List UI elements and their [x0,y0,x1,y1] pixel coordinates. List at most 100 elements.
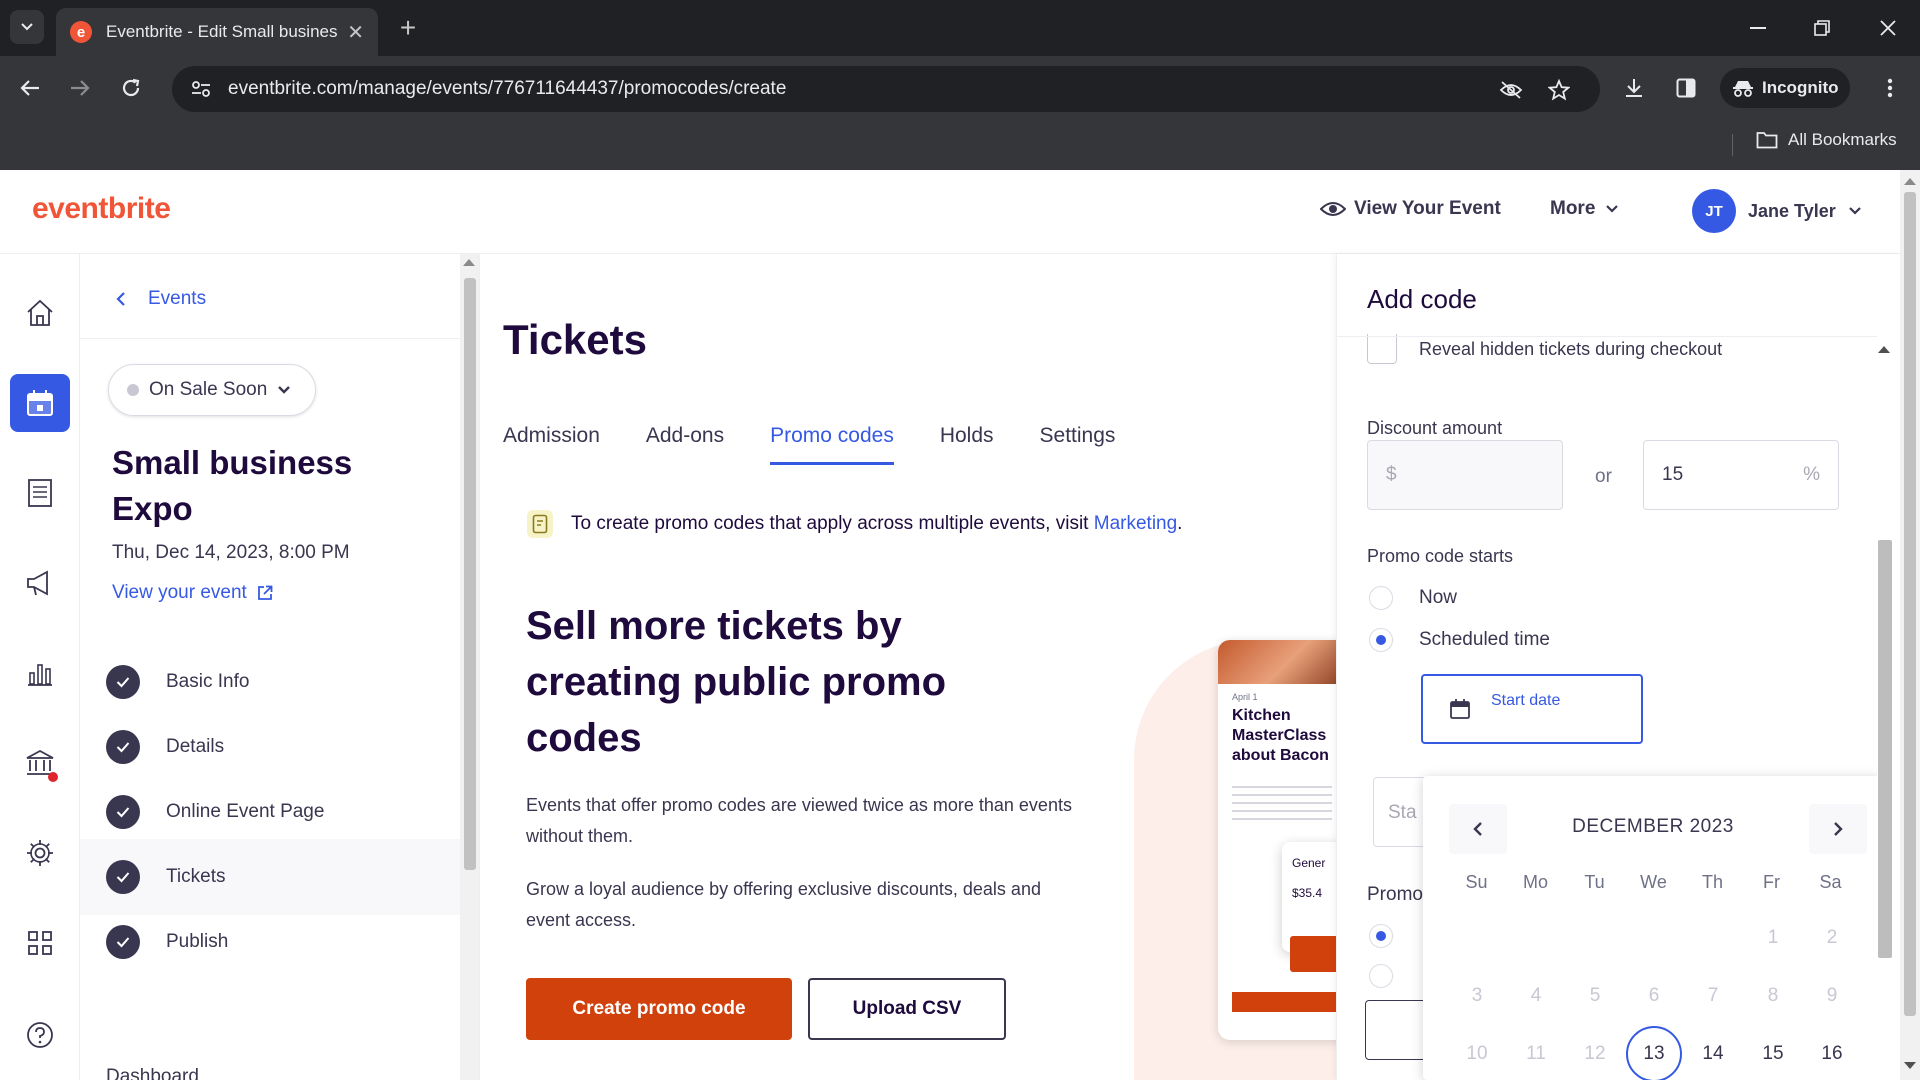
star-bookmark-icon[interactable] [1544,78,1574,102]
view-your-event-button[interactable]: View Your Event [1320,198,1501,220]
start-now-option[interactable]: Now [1369,586,1457,610]
chevron-down-icon [1606,205,1619,213]
tab-search-button[interactable] [10,10,44,44]
tab-add-ons[interactable]: Add-ons [646,424,724,465]
percent-symbol: % [1803,464,1820,485]
reveal-hidden-tickets-option[interactable]: Reveal hidden tickets during checkout [1367,334,1722,364]
url-text: eventbrite.com/manage/events/77671164443… [228,78,787,99]
panel-header-divider [1337,336,1877,337]
download-button[interactable] [1616,70,1652,106]
promo-illustration: April 1 Kitchen MasterClass about Bacon [1218,640,1336,1040]
reports-nav-button[interactable] [10,644,70,702]
start-date-label: Start date [1491,692,1561,709]
calendar-day[interactable]: 14 [1685,1026,1741,1080]
end-option-radio-1[interactable] [1369,924,1393,948]
side-panel-button[interactable] [1668,70,1704,106]
apps-nav-button[interactable] [10,914,70,972]
more-menu-button[interactable]: More [1550,198,1619,220]
check-circle-icon [106,795,140,829]
calendar-day-today[interactable]: 13 [1626,1026,1682,1080]
page-scrollbar[interactable] [1900,170,1920,1080]
sidebar-scrollbar-thumb[interactable] [464,278,476,870]
weekday-label: Sa [1819,872,1842,892]
restore-button[interactable] [1802,10,1842,46]
address-bar[interactable]: eventbrite.com/manage/events/77671164443… [172,66,1600,112]
tab-settings[interactable]: Settings [1040,424,1116,465]
incognito-label: Incognito [1762,78,1839,97]
end-option-radio-2[interactable] [1369,964,1393,988]
view-your-event-link[interactable]: View your event [112,582,273,604]
upload-csv-button[interactable]: Upload CSV [808,978,1006,1040]
calendar-icon [1449,698,1471,720]
back-to-events-link[interactable]: Events [116,288,206,310]
browser-menu-button[interactable] [1872,70,1908,106]
chevron-down-icon [1848,207,1861,215]
step-label: Details [166,736,225,757]
close-tab-icon[interactable]: ✕ [347,20,364,45]
start-scheduled-radio[interactable] [1369,628,1393,652]
tab-promo-codes[interactable]: Promo codes [770,424,894,465]
or-label: or [1595,466,1612,487]
reveal-hidden-tickets-checkbox[interactable] [1367,334,1397,364]
discount-percent-input[interactable]: 15 % [1643,440,1839,510]
site-settings-icon[interactable] [186,74,216,104]
start-scheduled-option[interactable]: Scheduled time [1369,628,1550,652]
dashboard-section-label[interactable]: Dashboard [106,1066,199,1080]
calendar-day[interactable]: 16 [1804,1026,1860,1080]
scroll-up-arrow-icon[interactable] [1904,178,1916,185]
page-scrollbar-thumb[interactable] [1904,192,1916,1016]
back-button[interactable] [12,70,48,106]
eventbrite-logo[interactable]: eventbrite [32,192,171,226]
step-label: Basic Info [166,671,250,692]
incognito-indicator[interactable]: Incognito [1720,68,1851,108]
start-date-input[interactable]: Start date [1421,674,1643,744]
forward-button[interactable] [62,70,98,106]
orders-nav-button[interactable] [10,464,70,522]
calendar-day[interactable]: 15 [1745,1026,1801,1080]
create-promo-code-button[interactable]: Create promo code [526,978,792,1040]
tab-admission[interactable]: Admission [503,424,600,465]
all-bookmarks-button[interactable]: All Bookmarks [1756,130,1897,150]
tab-title: Eventbrite - Edit Small business [106,22,338,41]
step-publish[interactable]: Publish [80,904,460,980]
reload-button[interactable] [113,70,149,106]
weekday-label: Th [1701,872,1723,892]
eye-off-icon[interactable] [1496,78,1526,102]
events-nav-button[interactable] [10,374,70,432]
promo-code-ends-label: Promo [1367,884,1423,905]
calendar-day-disabled: 10 [1466,1043,1488,1064]
browser-tab[interactable]: e Eventbrite - Edit Small business ✕ [56,8,378,56]
scroll-up-arrow-icon[interactable] [463,259,475,266]
side-panel-icon [1676,78,1696,98]
arrow-right-icon [71,80,90,96]
help-circle-icon [27,1022,53,1048]
close-window-button[interactable] [1868,10,1908,46]
promo-hero-text-2: Grow a loyal audience by offering exclus… [526,879,1041,930]
marketing-link[interactable]: Marketing [1094,513,1177,534]
illustration-title: Kitchen MasterClass about Bacon [1232,707,1329,764]
next-month-button[interactable] [1809,804,1867,854]
tab-holds[interactable]: Holds [940,424,994,465]
event-status-dropdown[interactable]: On Sale Soon [108,364,316,416]
calendar-day-disabled: 4 [1530,985,1542,1006]
bookmarks-bar: All Bookmarks [0,120,1920,170]
marketing-nav-button[interactable] [10,554,70,612]
document-list-icon [28,479,52,507]
megaphone-icon [27,570,48,596]
start-now-radio[interactable] [1369,586,1393,610]
help-nav-button[interactable] [10,1006,70,1064]
panel-scroll-up-arrow-icon[interactable] [1878,346,1890,353]
new-tab-button[interactable]: + [392,12,424,44]
panel-scrollbar-thumb[interactable] [1878,540,1892,958]
finance-nav-button[interactable] [10,734,70,792]
app-header: eventbrite View Your Event More JT Jane … [0,170,1900,254]
bookmarks-divider [1732,134,1733,156]
primary-nav-rail [0,254,80,1080]
scroll-down-arrow-icon[interactable] [1904,1062,1916,1069]
minimize-button[interactable] [1738,10,1778,46]
home-nav-button[interactable] [10,284,70,342]
user-menu-button[interactable]: JT Jane Tyler [1692,189,1862,233]
discount-amount-currency-input[interactable]: $ [1367,440,1563,510]
discount-percent-value: 15 [1662,464,1684,485]
settings-nav-button[interactable] [10,824,70,882]
